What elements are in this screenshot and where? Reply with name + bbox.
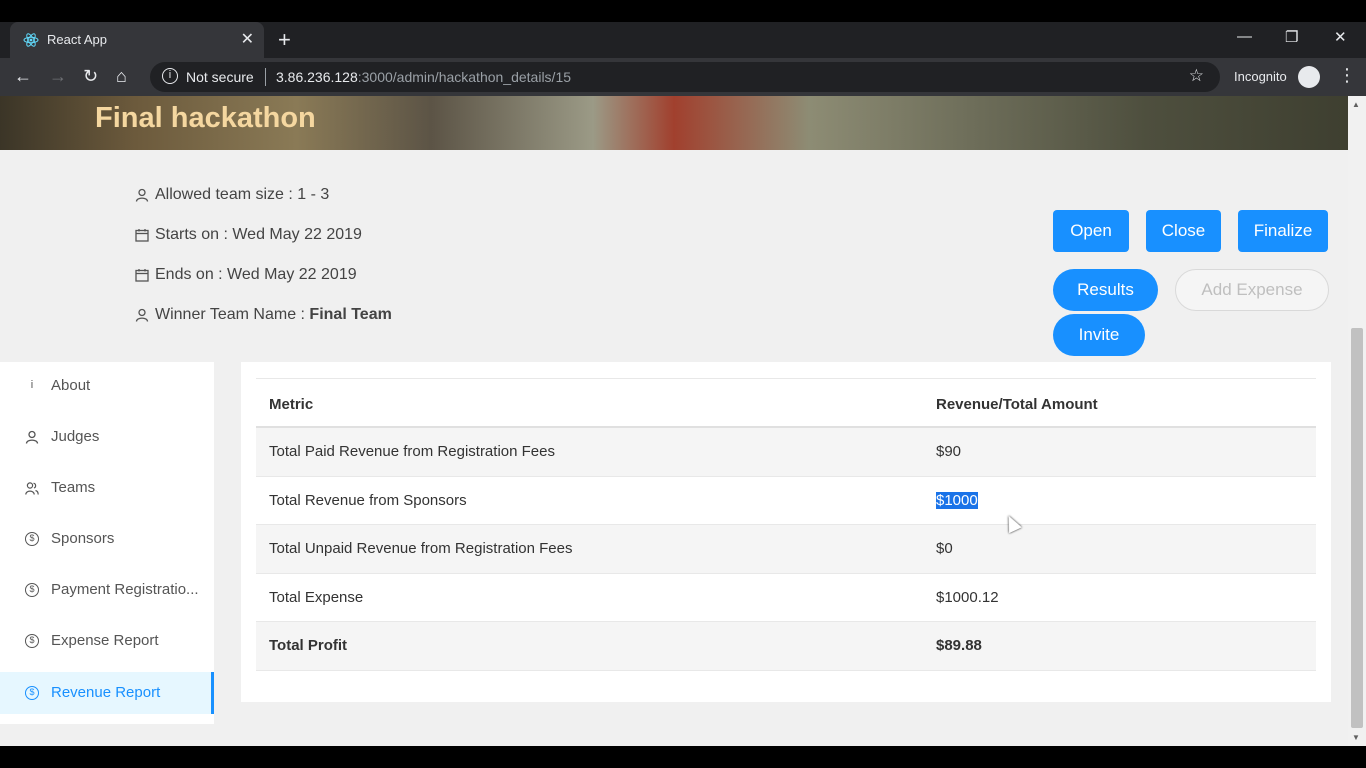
user-icon <box>135 308 149 322</box>
table-header-row: Metric Revenue/Total Amount <box>256 378 1316 428</box>
tab-title: React App <box>47 32 107 47</box>
minimize-icon[interactable]: — <box>1237 28 1252 45</box>
results-button[interactable]: Results <box>1053 269 1158 311</box>
amount-cell: $0 <box>936 540 953 557</box>
window-close-icon[interactable]: ✕ <box>1334 28 1347 46</box>
incognito-icon[interactable] <box>1298 66 1320 88</box>
ends-on-text: Ends on : Wed May 22 2019 <box>155 266 357 283</box>
metric-cell: Total Profit <box>269 637 348 654</box>
amount-cell: $90 <box>936 443 962 460</box>
sidebar-item-sponsors[interactable]: $ Sponsors <box>0 518 214 560</box>
forward-icon[interactable]: → <box>49 66 67 87</box>
dollar-icon: $ <box>25 532 39 546</box>
team-icon <box>25 482 39 495</box>
screen-bottom-border <box>0 746 1366 768</box>
sidebar-item-about[interactable]: i About <box>0 365 214 407</box>
scroll-down-arrow-icon[interactable]: ▼ <box>1352 733 1360 742</box>
home-icon[interactable]: ⌂ <box>116 66 127 87</box>
starts-on-line: Starts on : Wed May 22 2019 <box>135 226 362 244</box>
winner-prefix: Winner Team Name : <box>155 306 310 323</box>
hackathon-info: Allowed team size : 1 - 3 Starts on : We… <box>0 150 1348 362</box>
revenue-report-card: Metric Revenue/Total Amount Total Paid R… <box>241 362 1331 702</box>
sidebar-item-label: Sponsors <box>51 530 115 547</box>
table-row-total: Total Profit $89.88 <box>256 622 1316 671</box>
finalize-button[interactable]: Finalize <box>1238 210 1328 252</box>
table-row: Total Expense $1000.12 <box>256 574 1316 622</box>
add-expense-button[interactable]: Add Expense <box>1175 269 1329 311</box>
reload-icon[interactable]: ↻ <box>83 66 98 87</box>
restore-icon[interactable]: ❐ <box>1285 28 1298 46</box>
screen-top-border <box>0 0 1366 22</box>
sidebar-item-label: Teams <box>51 479 96 496</box>
dollar-icon: $ <box>25 583 39 597</box>
open-button[interactable]: Open <box>1053 210 1129 252</box>
sidebar-item-payment-registration[interactable]: $ Payment Registratio... <box>0 569 214 611</box>
table-row: Total Revenue from Sponsors $1000 <box>256 477 1316 525</box>
invite-button[interactable]: Invite <box>1053 314 1145 356</box>
calendar-icon <box>135 229 149 242</box>
sidebar-item-teams[interactable]: Teams <box>0 467 214 509</box>
browser-toolbar: ← → ↻ ⌂ i Not secure 3.86.236.128:3000/a… <box>0 58 1366 96</box>
ends-on-line: Ends on : Wed May 22 2019 <box>135 266 357 284</box>
incognito-label: Incognito <box>1234 69 1287 84</box>
sidebar-item-label: Revenue Report <box>51 684 161 701</box>
url-separator <box>265 68 266 86</box>
team-size-text: Allowed team size : 1 - 3 <box>155 186 330 203</box>
browser-tab[interactable]: React App ✕ <box>10 22 264 58</box>
url-host: 3.86.236.128 <box>276 69 358 85</box>
scroll-up-arrow-icon[interactable]: ▲ <box>1352 100 1360 109</box>
team-size-line: Allowed team size : 1 - 3 <box>135 186 329 204</box>
sidebar-item-label: Judges <box>51 428 100 445</box>
metric-cell: Total Expense <box>269 588 364 606</box>
metric-cell: Total Revenue from Sponsors <box>269 491 467 509</box>
menu-icon[interactable]: ⋮ <box>1338 65 1356 86</box>
sidebar-item-revenue-report[interactable]: $ Revenue Report <box>0 672 214 714</box>
user-icon <box>135 188 149 202</box>
column-header-amount: Revenue/Total Amount <box>936 396 1098 413</box>
dollar-icon: $ <box>25 634 39 648</box>
close-button[interactable]: Close <box>1146 210 1221 252</box>
calendar-icon <box>135 269 149 282</box>
scroll-thumb[interactable] <box>1351 328 1363 728</box>
hackathon-title: Final hackathon <box>95 102 316 134</box>
winner-team-name: Final Team <box>309 306 392 323</box>
metric-cell: Total Paid Revenue from Registration Fee… <box>269 443 555 460</box>
table-row: Total Paid Revenue from Registration Fee… <box>256 428 1316 477</box>
dollar-icon: $ <box>25 686 39 700</box>
user-icon <box>25 430 39 444</box>
winner-line: Winner Team Name : Final Team <box>135 306 392 324</box>
column-header-metric: Metric <box>269 396 314 413</box>
amount-cell-selected: $1000 <box>936 491 978 509</box>
sidebar-item-expense-report[interactable]: $ Expense Report <box>0 620 214 662</box>
amount-cell: $1000.12 <box>936 588 999 606</box>
info-icon: i <box>30 379 34 391</box>
revenue-table: Metric Revenue/Total Amount Total Paid R… <box>256 378 1316 671</box>
sidebar-item-label: About <box>51 377 91 394</box>
sidebar-menu: i About Judges Teams $ Sponsors $ Paymen… <box>0 362 214 724</box>
page-scrollbar[interactable]: ▲ ▼ <box>1348 96 1366 746</box>
sidebar-item-label: Expense Report <box>51 632 159 649</box>
security-label: Not secure <box>186 69 254 85</box>
address-bar[interactable]: i Not secure 3.86.236.128:3000/admin/hac… <box>150 62 1220 92</box>
back-icon[interactable]: ← <box>14 66 32 87</box>
info-icon[interactable]: i <box>162 68 178 84</box>
amount-cell: $89.88 <box>936 637 982 654</box>
page-viewport: Final hackathon Allowed team size : 1 - … <box>0 96 1366 746</box>
tab-close-icon[interactable]: ✕ <box>241 29 254 49</box>
new-tab-icon[interactable]: + <box>278 27 291 53</box>
starts-on-text: Starts on : Wed May 22 2019 <box>155 226 362 243</box>
bookmark-star-icon[interactable]: ☆ <box>1189 66 1204 86</box>
sidebar-item-judges[interactable]: Judges <box>0 416 214 458</box>
sidebar-item-label: Payment Registratio... <box>51 581 199 598</box>
table-row: Total Unpaid Revenue from Registration F… <box>256 525 1316 574</box>
url-path: :3000/admin/hackathon_details/15 <box>357 69 572 85</box>
metric-cell: Total Unpaid Revenue from Registration F… <box>269 540 573 557</box>
url-text[interactable]: 3.86.236.128:3000/admin/hackathon_detail… <box>276 69 571 85</box>
tab-strip: React App ✕ + — ❐ ✕ <box>0 22 1366 58</box>
hackathon-banner: Final hackathon <box>0 96 1348 150</box>
react-icon <box>23 33 39 47</box>
